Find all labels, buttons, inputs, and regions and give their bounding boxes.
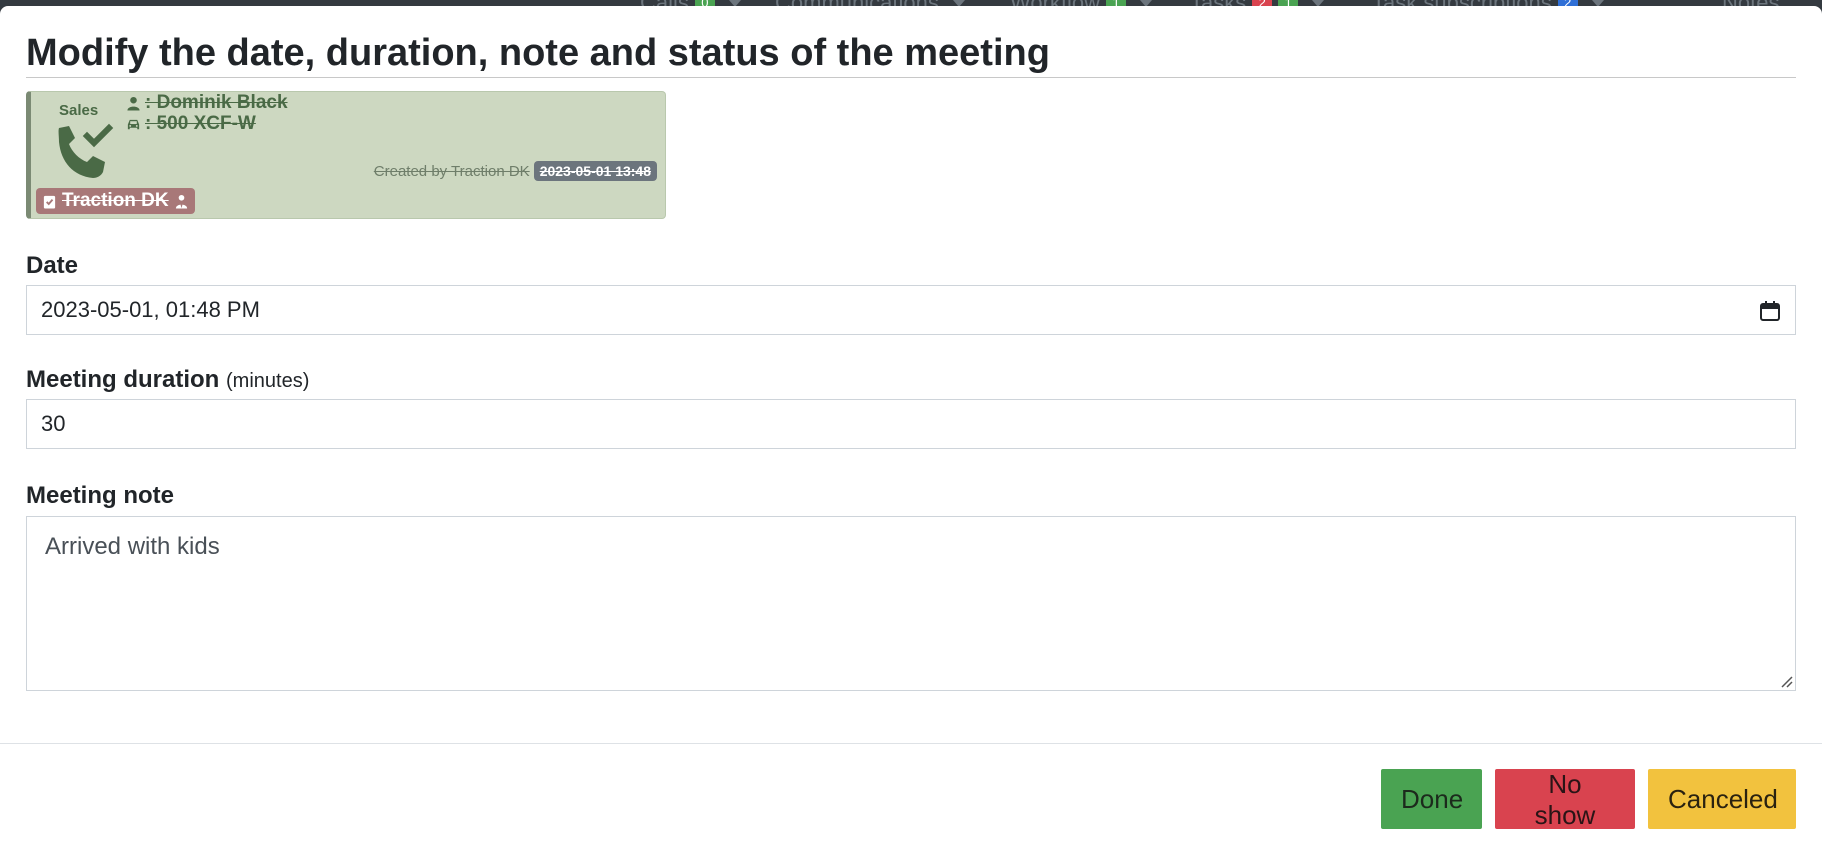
divider <box>26 77 1796 78</box>
calendar-icon[interactable] <box>1759 300 1781 322</box>
duration-field[interactable] <box>26 399 1796 449</box>
vehicle-plate: : 500 XCF-W <box>145 113 256 134</box>
duration-input[interactable] <box>41 411 1781 437</box>
clipboard-check-icon <box>43 195 56 209</box>
meeting-card[interactable]: Sales : Dominik Black : 500 XCF-W Create… <box>26 91 666 219</box>
duration-label: Meeting duration (minutes) <box>26 366 309 394</box>
created-date-badge: 2023-05-01 13:48 <box>533 161 657 181</box>
meeting-modal: Modify the date, duration, note and stat… <box>0 6 1822 844</box>
phone-check-icon <box>58 123 114 178</box>
note-textarea[interactable]: Arrived with kids <box>27 517 1795 690</box>
meeting-vehicle: : 500 XCF-W <box>126 113 256 135</box>
date-input[interactable] <box>41 297 1781 323</box>
modal-title: Modify the date, duration, note and stat… <box>26 32 1050 74</box>
date-label: Date <box>26 252 79 279</box>
customer-name: : Dominik Black <box>145 92 288 113</box>
user-tie-icon <box>175 194 187 209</box>
note-field[interactable]: Arrived with kids <box>26 516 1796 691</box>
organization-name: Traction DK <box>62 190 169 211</box>
created-by-text: Created by Traction DK <box>373 162 530 180</box>
divider <box>0 743 1822 744</box>
note-label: Meeting note <box>26 482 174 509</box>
organization-tag: Traction DK <box>36 188 195 214</box>
meeting-customer: : Dominik Black <box>126 92 288 114</box>
meeting-category: Sales <box>59 102 99 119</box>
user-icon <box>127 96 140 111</box>
car-icon <box>127 119 140 129</box>
meeting-created-info: Created by Traction DK 2023-05-01 13:48 <box>374 161 657 181</box>
duration-unit: (minutes) <box>226 370 310 392</box>
done-button[interactable]: Done <box>1381 769 1482 829</box>
no-show-button[interactable]: No show <box>1495 769 1635 830</box>
duration-label-text: Meeting duration <box>26 366 220 393</box>
date-field[interactable] <box>26 285 1796 335</box>
resize-handle-icon[interactable] <box>1779 674 1793 688</box>
canceled-button[interactable]: Canceled <box>1648 769 1796 829</box>
